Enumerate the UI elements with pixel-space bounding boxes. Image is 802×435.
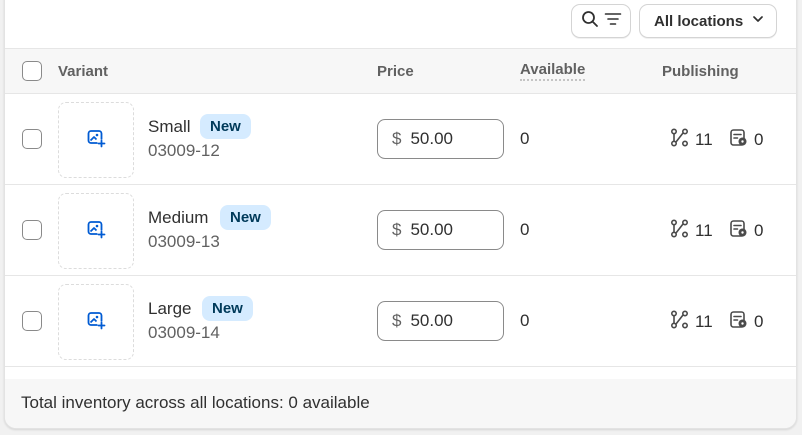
channels-count: 11 [695, 130, 713, 149]
currency-symbol: $ [392, 220, 402, 239]
channels-count: 11 [695, 221, 713, 240]
publishing-channels[interactable]: 11 [670, 310, 713, 334]
variants-card: All locations Variant Price Available Pu… [4, 0, 797, 429]
search-filter-button[interactable] [571, 4, 631, 38]
location-label: All locations [654, 12, 744, 30]
catalog-icon [729, 219, 748, 243]
catalogs-count: 0 [754, 312, 764, 331]
publishing-channels[interactable]: 11 [670, 128, 713, 152]
row-checkbox[interactable] [22, 129, 42, 149]
variant-name[interactable]: Small [148, 117, 191, 137]
table-row[interactable]: Medium New 03009-13 $ 50.00 0 11 0 [5, 185, 796, 276]
price-value: 50.00 [410, 220, 454, 239]
table-row[interactable]: Small New 03009-12 $ 50.00 0 11 0 [5, 94, 796, 185]
chevron-down-icon [751, 12, 765, 30]
image-add-icon [86, 128, 106, 153]
header-publishing: Publishing [662, 63, 739, 80]
price-input[interactable]: $ 50.00 [377, 301, 504, 341]
status-badge: New [220, 205, 271, 230]
header-variant: Variant [58, 63, 109, 80]
catalog-icon [729, 128, 748, 152]
publishing-catalogs[interactable]: 0 [729, 219, 763, 243]
table-row[interactable]: Large New 03009-14 $ 50.00 0 11 0 [5, 276, 796, 367]
available-quantity[interactable]: 0 [520, 311, 529, 331]
header-price: Price [377, 63, 414, 80]
publishing-catalogs[interactable]: 0 [729, 310, 763, 334]
row-checkbox[interactable] [22, 311, 42, 331]
currency-symbol: $ [392, 311, 402, 330]
status-badge: New [202, 296, 253, 321]
publishing-catalogs[interactable]: 0 [729, 128, 763, 152]
price-value: 50.00 [410, 129, 454, 148]
inventory-footer: Total inventory across all locations: 0 … [5, 379, 796, 428]
filter-icon [604, 10, 622, 33]
publishing-channels[interactable]: 11 [670, 219, 713, 243]
channels-count: 11 [695, 312, 713, 331]
add-image-button[interactable] [58, 193, 134, 269]
variant-sku: 03009-12 [148, 141, 220, 160]
price-input[interactable]: $ 50.00 [377, 119, 504, 159]
image-add-icon [86, 310, 106, 335]
add-image-button[interactable] [58, 102, 134, 178]
variant-sku: 03009-14 [148, 323, 220, 342]
variant-sku: 03009-13 [148, 232, 220, 251]
catalogs-count: 0 [754, 130, 764, 149]
header-available[interactable]: Available [520, 61, 586, 81]
add-image-button[interactable] [58, 284, 134, 360]
catalog-icon [729, 310, 748, 334]
location-selector[interactable]: All locations [639, 4, 777, 38]
channels-icon [670, 310, 689, 334]
image-add-icon [86, 219, 106, 244]
select-all-checkbox[interactable] [22, 61, 42, 81]
table-header: Variant Price Available Publishing [5, 48, 796, 94]
channels-icon [670, 219, 689, 243]
catalogs-count: 0 [754, 221, 764, 240]
price-input[interactable]: $ 50.00 [377, 210, 504, 250]
price-value: 50.00 [410, 311, 454, 330]
row-checkbox[interactable] [22, 220, 42, 240]
search-icon [581, 10, 599, 33]
currency-symbol: $ [392, 129, 402, 148]
available-quantity[interactable]: 0 [520, 129, 529, 149]
status-badge: New [200, 114, 251, 139]
channels-icon [670, 128, 689, 152]
variant-name[interactable]: Medium [148, 208, 208, 228]
available-quantity[interactable]: 0 [520, 220, 529, 240]
variant-name[interactable]: Large [148, 299, 191, 319]
total-inventory-text: Total inventory across all locations: 0 … [21, 393, 370, 412]
variants-toolbar: All locations [5, 1, 796, 48]
